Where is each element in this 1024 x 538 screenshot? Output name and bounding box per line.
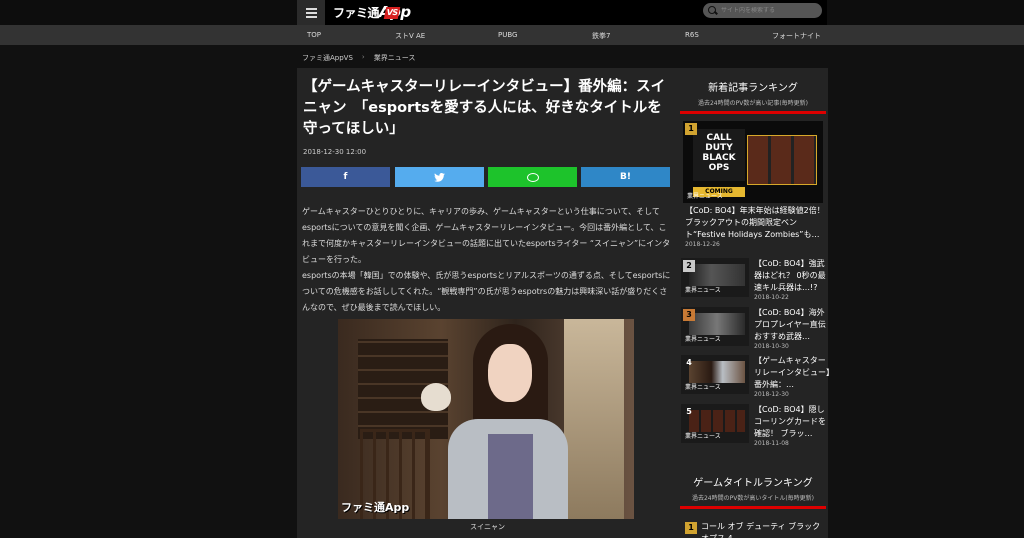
nav-item-tekken7[interactable]: 鉄拳7 xyxy=(592,31,610,41)
rank-badge: 5 xyxy=(686,407,692,416)
ranking-subtitle: 過去24時間のPV数が高い記事(毎時更新) xyxy=(697,100,809,107)
search-icon[interactable] xyxy=(708,6,717,15)
game-ranking-title: ゲームタイトルランキング xyxy=(693,478,813,489)
thumbnail-art: CALL DUTY BLACK OPS COMING xyxy=(693,129,745,197)
line-icon xyxy=(526,172,539,182)
ranking-item-5[interactable]: 5 業界ニュース 【CoD: BO4】隠しコーリングカードを確認！ ブラッ… 2… xyxy=(681,404,829,447)
thumbnail-grid xyxy=(747,135,817,185)
ranking-item-date: 2018-12-30 xyxy=(754,391,789,398)
rank-badge: 1 xyxy=(685,522,697,534)
ranking-item-2[interactable]: 2 業界ニュース 【CoD: BO4】強武器はどれ？ 0秒の最速キル兵器は…!?… xyxy=(681,258,829,301)
ranking-item-title: 【CoD: BO4】隠しコーリングカードを確認！ ブラッ… xyxy=(754,405,826,438)
ranking-item-title: 【CoD: BO4】海外プロプレイヤー直伝おすすめ武器… xyxy=(754,308,826,341)
logo-text: ファミ通 xyxy=(333,6,380,20)
rank-badge: 2 xyxy=(683,260,695,272)
nav-item-r6s[interactable]: R6S xyxy=(685,31,699,39)
photo-caption: スイニャン xyxy=(470,523,505,531)
ranking-item-title: 【ゲームキャスターリレーインタビュー】番外編：… xyxy=(754,356,830,389)
hamburger-menu-icon[interactable] xyxy=(297,0,325,25)
article: 【ゲームキャスターリレーインタビュー】番外編：スイニャン 「esportsを愛す… xyxy=(297,68,678,538)
search-box xyxy=(703,3,822,18)
rank-badge: 4 xyxy=(686,358,692,367)
ranking-item-date: 2018-11-08 xyxy=(754,440,789,447)
facebook-share-button[interactable]: f xyxy=(301,167,390,187)
search-input[interactable] xyxy=(721,7,821,14)
hatena-bookmark-button[interactable]: B! xyxy=(581,167,670,187)
ranking-item-1-title[interactable]: 【CoD: BO4】年末年始は経験値2倍！ ブラックアウトの期間限定ベント“Fe… xyxy=(685,205,825,241)
game-ranking-item-1[interactable]: 1 コール オブ デューティ ブラックオプス 4 xyxy=(683,521,823,538)
ranking-title: 新着記事ランキング xyxy=(708,83,798,94)
category-tag: 業界ニュース xyxy=(685,433,721,440)
top-bar: ファミ通AppVS xyxy=(0,0,1024,25)
ranking-item-1-thumbnail[interactable]: CALL DUTY BLACK OPS COMING 1 業界ニュース xyxy=(683,121,823,203)
article-date: 2018-12-30 12:00 xyxy=(303,148,367,156)
rank-badge: 1 xyxy=(685,123,697,135)
ranking-item-thumbnail: 2 業界ニュース xyxy=(681,258,749,297)
thumbnail-title: CALL DUTY BLACK OPS xyxy=(702,133,736,173)
article-title: 【ゲームキャスターリレーインタビュー】番外編：スイニャン 「esportsを愛す… xyxy=(303,79,666,137)
article-paragraph-1: ゲームキャスターひとりひとりに、キャリアの歩み、ゲームキャスターという仕事につい… xyxy=(302,207,671,264)
category-tag: 業界ニュース xyxy=(685,384,721,391)
ranking-item-1-date: 2018-12-26 xyxy=(685,241,720,248)
game-ranking-item-title: コール オブ デューティ ブラックオプス 4 xyxy=(701,522,821,538)
sidebar: 新着記事ランキング 過去24時間のPV数が高い記事(毎時更新) CALL DUT… xyxy=(678,68,830,538)
nav-item-sfv[interactable]: ストV AE xyxy=(395,31,425,41)
ranking-item-3[interactable]: 3 業界ニュース 【CoD: BO4】海外プロプレイヤー直伝おすすめ武器… 20… xyxy=(681,307,829,350)
breadcrumb-separator: › xyxy=(361,53,365,61)
breadcrumb-category[interactable]: 業界ニュース xyxy=(374,53,416,63)
nav-item-top[interactable]: TOP xyxy=(307,31,321,39)
article-paragraph-2: esportsの本場「韓国」での体験や、氏が思うesportsとリアルスポーツの… xyxy=(302,271,671,312)
ranking-item-thumbnail: 4 業界ニュース xyxy=(681,355,749,394)
nav-item-fortnite[interactable]: フォートナイト xyxy=(772,31,821,41)
game-ranking-subtitle: 過去24時間のPV数が高いタイトル(毎時更新) xyxy=(691,495,815,502)
ranking-item-4[interactable]: 4 業界ニュース 【ゲームキャスターリレーインタビュー】番外編：… 2018-1… xyxy=(681,355,830,398)
nav-item-pubg[interactable]: PUBG xyxy=(498,31,517,39)
header: ファミ通AppVS xyxy=(297,0,827,25)
ranking-item-thumbnail: 5 業界ニュース xyxy=(681,404,749,443)
line-share-button[interactable] xyxy=(488,167,577,187)
breadcrumb: ファミ通AppVS › 業界ニュース xyxy=(302,53,415,63)
category-tag: 業界ニュース xyxy=(685,336,721,343)
ranking-item-thumbnail: 3 業界ニュース xyxy=(681,307,749,346)
site-logo[interactable]: ファミ通AppVS xyxy=(333,3,411,21)
twitter-share-button[interactable] xyxy=(395,167,484,187)
rank-badge: 3 xyxy=(683,309,695,321)
game-ranking-divider xyxy=(680,506,826,509)
ranking-header: 新着記事ランキング 過去24時間のPV数が高い記事(毎時更新) xyxy=(678,79,828,107)
photo-watermark: ファミ通App xyxy=(341,501,410,514)
hatena-bookmark-label: B! xyxy=(620,172,631,182)
facebook-icon: f xyxy=(343,172,348,182)
ranking-item-date: 2018-10-30 xyxy=(754,343,789,350)
logo-sub-badge: VS xyxy=(383,7,401,19)
ranking-item-title: 【CoD: BO4】強武器はどれ？ 0秒の最速キル兵器は…!? xyxy=(754,259,826,292)
ranking-divider xyxy=(680,111,826,114)
article-photo: ファミ通App xyxy=(338,319,634,519)
twitter-icon xyxy=(434,172,445,182)
game-ranking-header: ゲームタイトルランキング 過去24時間のPV数が高いタイトル(毎時更新) xyxy=(678,474,828,502)
main-nav: TOP ストV AE PUBG 鉄拳7 R6S フォートナイト xyxy=(0,25,1024,45)
breadcrumb-home[interactable]: ファミ通AppVS xyxy=(302,53,353,63)
category-tag: 業界ニュース xyxy=(687,193,723,200)
ranking-item-date: 2018-10-22 xyxy=(754,294,789,301)
category-tag: 業界ニュース xyxy=(685,287,721,294)
